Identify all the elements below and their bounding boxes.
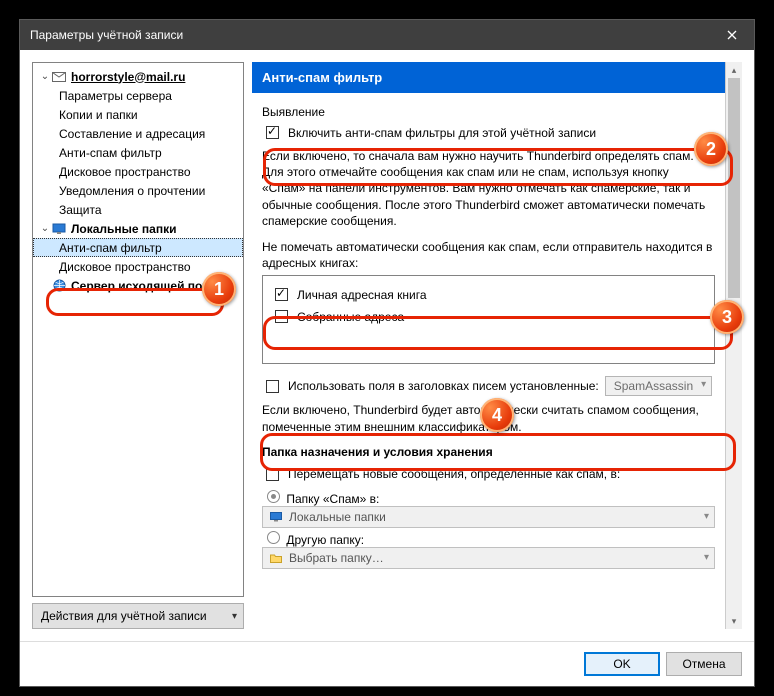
- vertical-scrollbar[interactable]: ▴ ▾: [726, 62, 742, 629]
- account-actions-button[interactable]: Действия для учётной записи ▾: [32, 603, 244, 629]
- dest-section-title: Папка назначения и условия хранения: [262, 445, 715, 459]
- close-icon: [727, 30, 737, 40]
- mail-icon: [51, 70, 67, 84]
- radio-other-row[interactable]: Другую папку: Выбрать папку…: [262, 528, 715, 569]
- ab-collected-label: Собранные адреса: [297, 310, 404, 324]
- account-actions-label: Действия для учётной записи: [41, 609, 207, 623]
- chevron-down-icon: ▾: [232, 611, 237, 622]
- globe-icon: [51, 279, 67, 293]
- tree-local-folders-root[interactable]: ⌄ Локальные папки: [33, 219, 243, 238]
- ab-personal-row[interactable]: Личная адресная книга: [271, 285, 706, 304]
- tree-item[interactable]: Параметры сервера: [33, 86, 243, 105]
- section-detection-title: Выявление: [262, 105, 715, 119]
- headers-select[interactable]: SpamAssassin: [605, 376, 712, 396]
- headers-checkbox[interactable]: [266, 380, 279, 393]
- enable-antispam-row[interactable]: Включить анти-спам фильтры для этой учёт…: [262, 123, 715, 142]
- panel-body: Выявление Включить анти-спам фильтры для…: [252, 93, 725, 577]
- tree-item[interactable]: Дисковое пространство: [33, 257, 243, 276]
- ok-button[interactable]: OK: [584, 652, 660, 676]
- enable-antispam-checkbox[interactable]: [266, 126, 279, 139]
- outgoing-label: Сервер исходящей поч…: [71, 279, 221, 293]
- tree-item[interactable]: Составление и адресация: [33, 124, 243, 143]
- scroll-track[interactable]: [726, 78, 742, 613]
- tree-outgoing-root[interactable]: Сервер исходящей поч…: [33, 276, 243, 295]
- dialog-footer: OK Отмена: [20, 641, 754, 686]
- caret-down-icon: ⌄: [39, 71, 51, 82]
- account-email: horrorstyle@mail.ru: [71, 70, 185, 84]
- titlebar: Параметры учётной записи: [20, 20, 754, 50]
- tree-item-selected[interactable]: Анти-спам фильтр: [33, 238, 243, 257]
- right-pane: Анти-спам фильтр Выявление Включить анти…: [252, 62, 742, 629]
- account-tree[interactable]: ⌄ horrorstyle@mail.ru Параметры сервера …: [32, 62, 244, 597]
- panel-header: Анти-спам фильтр: [252, 62, 725, 93]
- window-title: Параметры учётной записи: [30, 28, 710, 42]
- scroll-down-button[interactable]: ▾: [726, 613, 742, 629]
- enable-description: Если включено, то сначала вам нужно науч…: [262, 148, 715, 229]
- monitor-icon: [51, 222, 67, 236]
- ab-personal-label: Личная адресная книга: [297, 288, 427, 302]
- sidebar: ⌄ horrorstyle@mail.ru Параметры сервера …: [32, 62, 244, 629]
- caret-down-icon: ⌄: [39, 223, 51, 234]
- settings-panel: Анти-спам фильтр Выявление Включить анти…: [252, 62, 726, 629]
- radio-other[interactable]: [267, 531, 280, 544]
- scroll-up-button[interactable]: ▴: [726, 62, 742, 78]
- tree-account-root[interactable]: ⌄ horrorstyle@mail.ru: [33, 67, 243, 86]
- tree-item[interactable]: Защита: [33, 200, 243, 219]
- dialog-window: Параметры учётной записи ⌄ horrorstyle@m…: [20, 20, 754, 686]
- local-folders-label: Локальные папки: [71, 222, 177, 236]
- tree-item[interactable]: Анти-спам фильтр: [33, 143, 243, 162]
- dialog-content: ⌄ horrorstyle@mail.ru Параметры сервера …: [20, 50, 754, 641]
- scroll-thumb[interactable]: [728, 78, 740, 298]
- junk-folder-select[interactable]: Локальные папки: [262, 506, 715, 528]
- cancel-button[interactable]: Отмена: [666, 652, 742, 676]
- monitor-icon: [269, 510, 283, 524]
- radio-junk[interactable]: [267, 490, 280, 503]
- close-button[interactable]: [710, 20, 754, 50]
- ab-collected-checkbox[interactable]: [275, 310, 288, 323]
- headers-description: Если включено, Thunderbird будет автомат…: [262, 402, 715, 434]
- enable-antispam-label: Включить анти-спам фильтры для этой учёт…: [288, 126, 596, 140]
- move-row[interactable]: Перемещать новые сообщения, определённые…: [262, 465, 715, 484]
- move-label: Перемещать новые сообщения, определённые…: [288, 467, 620, 481]
- tree-item[interactable]: Дисковое пространство: [33, 162, 243, 181]
- ab-personal-checkbox[interactable]: [275, 288, 288, 301]
- radio-other-label: Другую папку:: [286, 533, 364, 547]
- tree-item[interactable]: Уведомления о прочтении: [33, 181, 243, 200]
- addressbook-list: Личная адресная книга Собранные адреса: [262, 275, 715, 364]
- addressbook-description: Не помечать автоматически сообщения как …: [262, 239, 715, 271]
- radio-junk-label: Папку «Спам» в:: [286, 492, 379, 506]
- headers-label: Использовать поля в заголовках писем уст…: [288, 379, 599, 393]
- radio-junk-row[interactable]: Папку «Спам» в: Локальные папки: [262, 487, 715, 528]
- tree-item[interactable]: Копии и папки: [33, 105, 243, 124]
- ab-collected-row[interactable]: Собранные адреса: [271, 307, 706, 326]
- folder-icon: [269, 551, 283, 565]
- move-checkbox[interactable]: [266, 468, 279, 481]
- other-folder-select[interactable]: Выбрать папку…: [262, 547, 715, 569]
- headers-row[interactable]: Использовать поля в заголовках писем уст…: [262, 376, 715, 396]
